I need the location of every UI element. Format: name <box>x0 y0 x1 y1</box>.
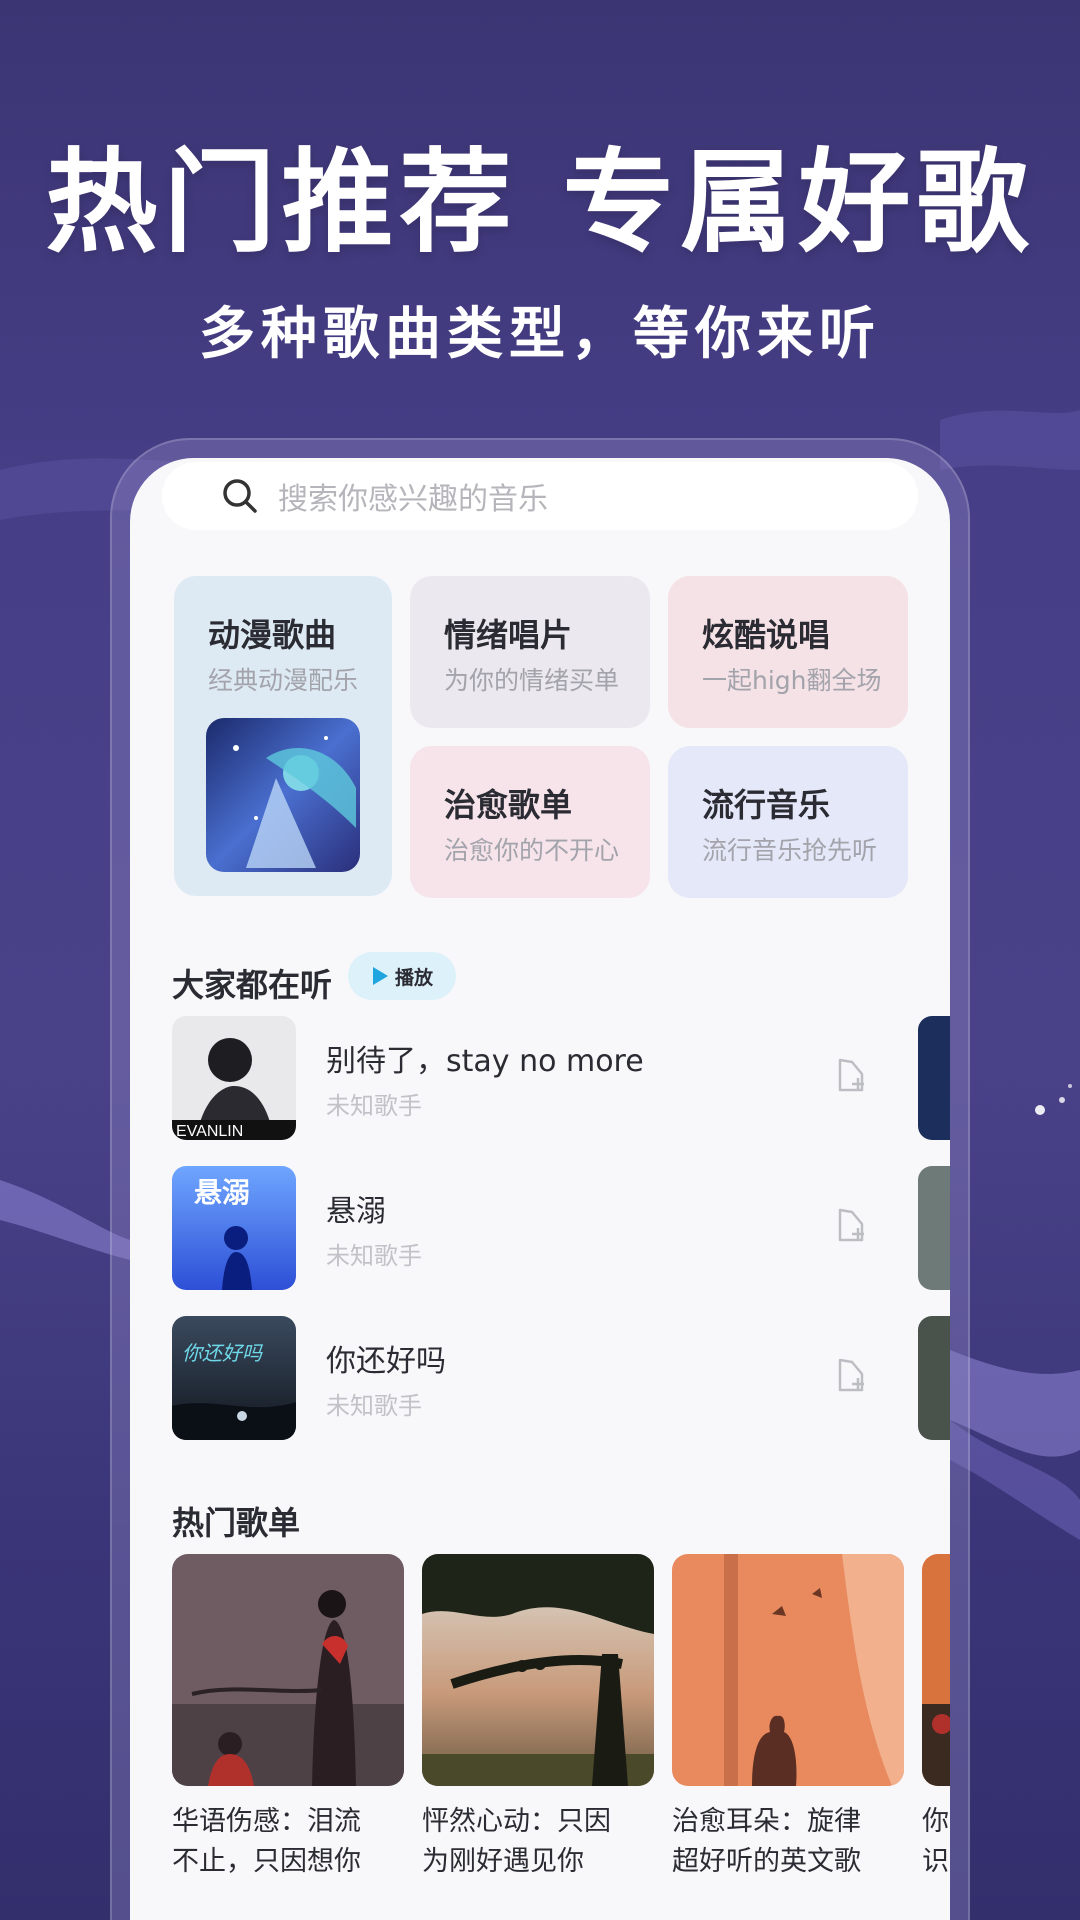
category-card-mood[interactable]: 情绪唱片 为你的情绪买单 <box>410 576 650 728</box>
section-title-listening: 大家都在听 <box>172 966 333 1004</box>
add-to-playlist-icon[interactable] <box>832 1206 872 1246</box>
category-subtitle: 流行音乐抢先听 <box>702 836 878 865</box>
song-cover: 你还好吗 <box>172 1316 296 1440</box>
category-subtitle: 经典动漫配乐 <box>208 666 359 695</box>
category-title: 炫酷说唱 <box>702 616 831 654</box>
category-title: 治愈歌单 <box>444 786 573 824</box>
playlist-title-line: 为刚好遇见你 <box>422 1846 584 1877</box>
category-subtitle: 治愈你的不开心 <box>444 836 620 865</box>
playlist-title-line: 怦然心动：只因 <box>422 1806 611 1837</box>
song-row[interactable]: 你还好吗 你还好吗 未知歌手 <box>172 1316 892 1440</box>
next-column-cover-peek <box>918 1166 950 1290</box>
hero-subtitle: 多种歌曲类型，等你来听 <box>199 302 881 367</box>
category-title: 流行音乐 <box>702 786 831 824</box>
category-card-rap[interactable]: 炫酷说唱 一起high翻全场 <box>668 576 908 728</box>
play-all-label: 播放 <box>394 966 433 989</box>
song-artist: 未知歌手 <box>326 1092 422 1120</box>
next-column-cover-peek <box>918 1316 950 1440</box>
playlist-title-line: 不止，只因想你 <box>172 1846 361 1877</box>
playlist-card[interactable]: 华语伤感：泪流 不止，只因想你 <box>172 1554 404 1882</box>
playlist-cover <box>922 1554 950 1786</box>
category-subtitle: 为你的情绪买单 <box>444 666 620 695</box>
category-title: 情绪唱片 <box>444 616 573 654</box>
playlist-card[interactable]: 治愈耳朵：旋律 超好听的英文歌 <box>672 1554 904 1882</box>
playlist-title-line: 超好听的英文歌 <box>672 1846 861 1877</box>
playlist-card[interactable]: 怦然心动：只因 为刚好遇见你 <box>422 1554 654 1882</box>
playlist-card[interactable]: 你 识 <box>922 1554 950 1882</box>
song-artist: 未知歌手 <box>326 1242 422 1270</box>
category-card-pop[interactable]: 流行音乐 流行音乐抢先听 <box>668 746 908 898</box>
search-bar[interactable]: 搜索你感兴趣的音乐 <box>162 462 918 530</box>
playlist-title-line: 识 <box>922 1846 949 1877</box>
playlist-title: 华语伤感：泪流 不止，只因想你 <box>172 1802 404 1882</box>
playlist-title: 怦然心动：只因 为刚好遇见你 <box>422 1802 654 1882</box>
add-to-playlist-icon[interactable] <box>832 1356 872 1396</box>
phone-screen: 搜索你感兴趣的音乐 动漫歌曲 经典动漫配乐 情绪唱片 为你的情绪买单 炫酷说唱 … <box>130 458 950 1920</box>
anime-cover-image <box>206 718 360 872</box>
song-cover-text: 你还好吗 <box>182 1341 264 1365</box>
playlist-title-line: 治愈耳朵：旋律 <box>672 1806 861 1837</box>
category-subtitle: 一起high翻全场 <box>702 666 882 695</box>
song-cover: 悬溺 <box>172 1166 296 1290</box>
playlist-title: 治愈耳朵：旋律 超好听的英文歌 <box>672 1802 904 1882</box>
next-column-cover-peek <box>918 1016 950 1140</box>
category-title: 动漫歌曲 <box>208 616 337 654</box>
playlist-title-line: 华语伤感：泪流 <box>172 1806 361 1837</box>
play-all-button[interactable]: 播放 <box>348 952 456 1000</box>
song-cover-text: EVANLIN <box>176 1123 243 1140</box>
add-to-playlist-icon[interactable] <box>832 1056 872 1096</box>
search-icon <box>223 479 257 513</box>
playlist-cover <box>422 1554 654 1786</box>
search-input[interactable]: 搜索你感兴趣的音乐 <box>278 474 548 518</box>
song-name: 别待了，stay no more <box>326 1044 644 1079</box>
song-cover: EVANLIN <box>172 1016 296 1140</box>
playlist-cover <box>672 1554 904 1786</box>
song-name: 悬溺 <box>326 1194 386 1229</box>
play-icon <box>372 967 388 985</box>
hero-title: 热门推荐 专属好歌 <box>45 138 1035 268</box>
song-row[interactable]: EVANLIN 别待了，stay no more 未知歌手 <box>172 1016 892 1140</box>
section-title-hot-playlists: 热门歌单 <box>172 1504 301 1542</box>
song-cover-text: 悬溺 <box>194 1176 250 1209</box>
song-name: 你还好吗 <box>326 1344 446 1379</box>
playlist-title-line: 你 <box>922 1806 949 1837</box>
song-row[interactable]: 悬溺 悬溺 未知歌手 <box>172 1166 892 1290</box>
song-artist: 未知歌手 <box>326 1392 422 1420</box>
category-card-anime[interactable]: 动漫歌曲 经典动漫配乐 <box>174 576 392 896</box>
playlist-title: 你 识 <box>922 1802 950 1882</box>
playlist-cover <box>172 1554 404 1786</box>
category-card-healing[interactable]: 治愈歌单 治愈你的不开心 <box>410 746 650 898</box>
